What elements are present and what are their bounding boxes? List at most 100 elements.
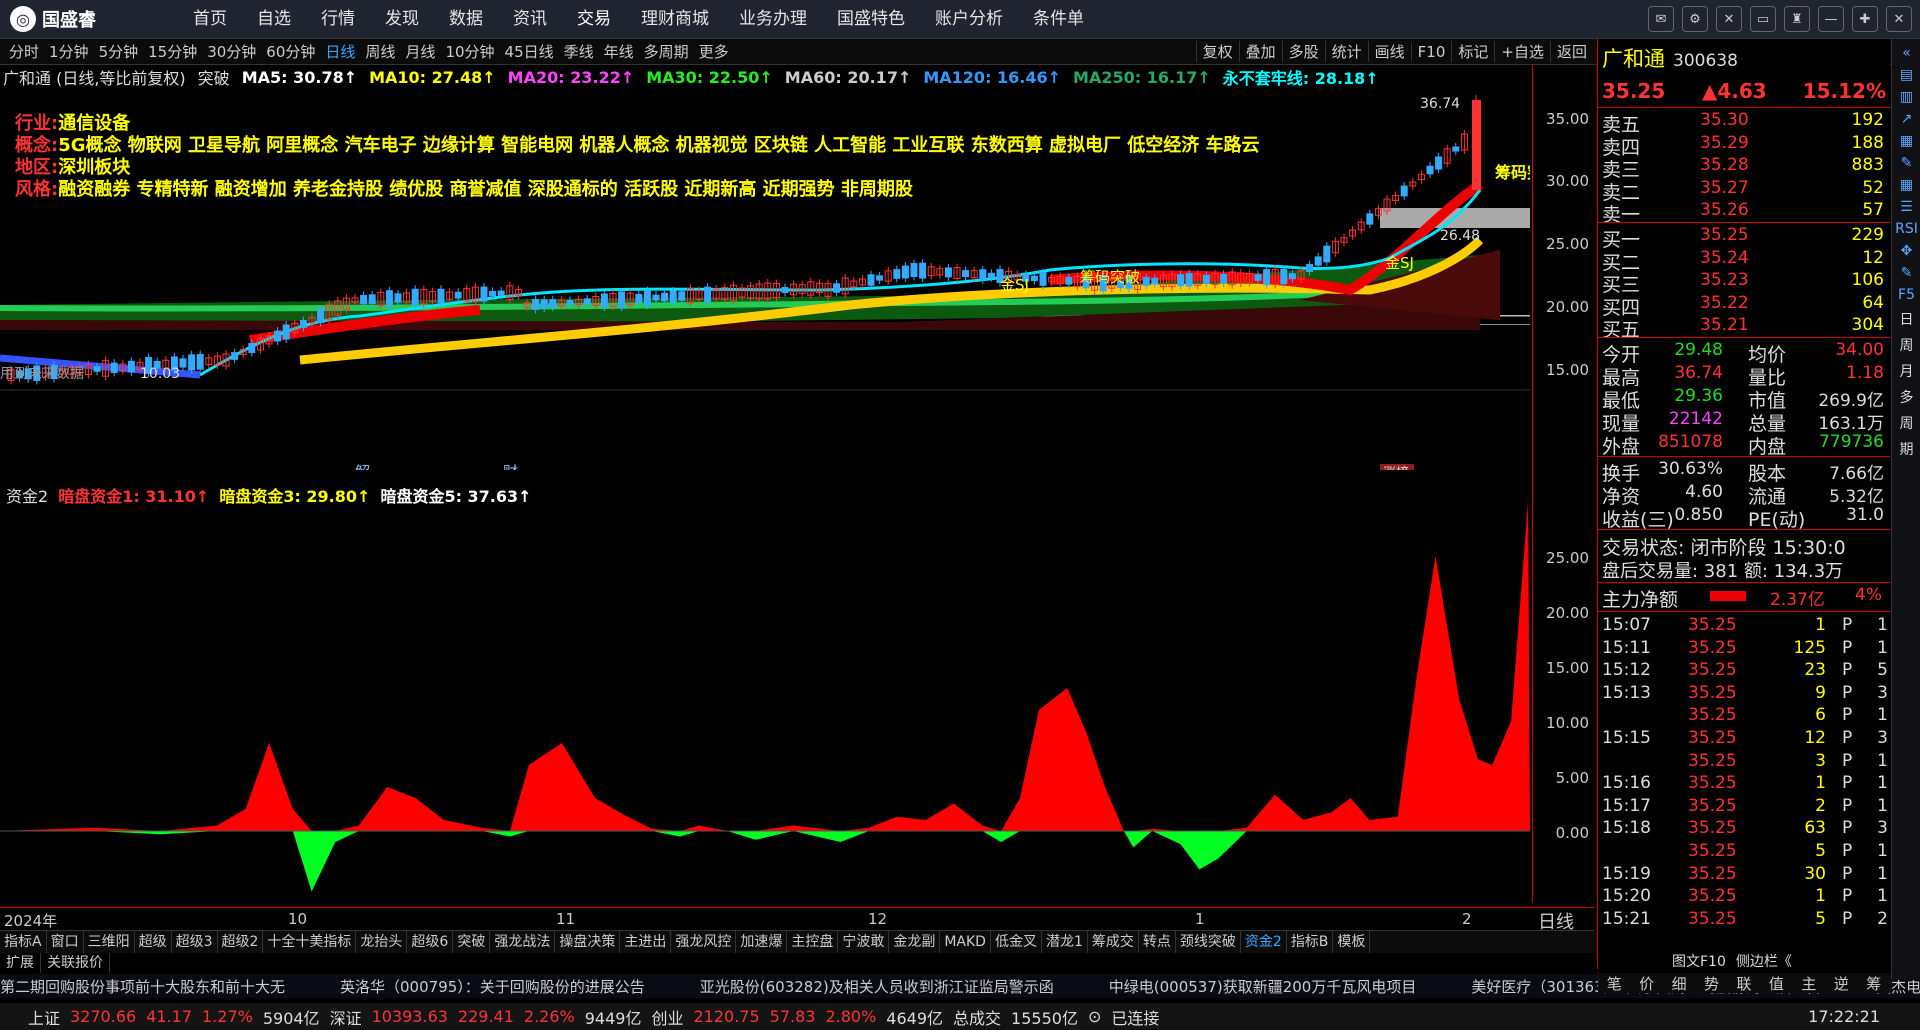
side-link[interactable]: 侧边栏《 — [1736, 954, 1792, 970]
nav-item-2[interactable]: 行情 — [306, 0, 370, 38]
quote-tab-0[interactable]: 笔 — [1607, 973, 1622, 993]
indicator-tab-25[interactable]: 指标B — [1287, 931, 1334, 953]
indicator-tab-22[interactable]: 转点 — [1139, 931, 1176, 953]
quote-tab-5[interactable]: 值 — [1769, 973, 1784, 993]
indicator-tab-3[interactable]: 超级 — [135, 931, 172, 953]
f10-link[interactable]: 图文F10 — [1672, 954, 1726, 970]
nav-item-3[interactable]: 发现 — [370, 0, 434, 38]
indicator-tab-6[interactable]: 十全十美指标 — [263, 931, 357, 953]
minimize-icon[interactable]: — — [1818, 6, 1844, 32]
screen-icon[interactable]: ▭ — [1750, 6, 1776, 32]
indicator-tab-23[interactable]: 颈线突破 — [1176, 931, 1241, 953]
period-label-side[interactable]: 期 — [1900, 439, 1914, 459]
collapse-icon[interactable]: « — [1902, 45, 1911, 61]
kline-icon[interactable]: ▦ — [1900, 133, 1913, 149]
list-icon[interactable]: ☰ — [1900, 199, 1913, 215]
pen-icon[interactable]: ✎ — [1901, 155, 1913, 171]
indicator-tab-4[interactable]: 超级3 — [172, 931, 218, 953]
news-item-1[interactable]: 英洛华（000795）：关于回购股份的进展公告 — [340, 976, 645, 997]
indicator-tab-21[interactable]: 筹成交 — [1088, 931, 1139, 953]
indicator-tab-24[interactable]: 资金2 — [1241, 931, 1287, 953]
tool-0[interactable]: 复权 — [1195, 41, 1239, 62]
nav-item-10[interactable]: 账户分析 — [920, 0, 1018, 38]
news-item-2[interactable]: 亚光股份(603282)及相关人员收到浙江证监局警示函 — [700, 976, 1054, 997]
indicator-tab-1[interactable]: 窗口 — [47, 931, 84, 953]
tool-2[interactable]: 多股 — [1281, 41, 1325, 62]
tool-8[interactable]: 返回 — [1549, 41, 1593, 62]
capital-flow-chart[interactable] — [0, 480, 1530, 900]
nav-item-9[interactable]: 国盛特色 — [822, 0, 920, 38]
period-13[interactable]: 多周期 — [639, 41, 694, 62]
indicator-tab-12[interactable]: 主进出 — [620, 931, 672, 953]
period-8[interactable]: 月线 — [400, 41, 440, 62]
month-label[interactable]: 月 — [1900, 361, 1914, 381]
sub-tab-0[interactable]: 扩展 — [0, 953, 41, 973]
multi-label[interactable]: 多 — [1900, 387, 1914, 407]
nav-item-4[interactable]: 数据 — [434, 0, 498, 38]
indicator-tab-5[interactable]: 超级2 — [218, 931, 264, 953]
indicator-tab-18[interactable]: MAKD — [940, 931, 991, 953]
week-label[interactable]: 周 — [1900, 335, 1914, 355]
close-icon[interactable]: ✕ — [1886, 6, 1912, 32]
tools-icon[interactable]: ✕ — [1716, 6, 1742, 32]
quote-tab-2[interactable]: 细 — [1672, 973, 1687, 993]
indicator-tab-0[interactable]: 指标A — [0, 931, 47, 953]
period-5[interactable]: 60分钟 — [261, 41, 320, 62]
quote-tab-7[interactable]: 逆 — [1834, 973, 1849, 993]
indicator-tab-10[interactable]: 强龙战法 — [490, 931, 556, 953]
indicator-tab-11[interactable]: 操盘决策 — [555, 931, 621, 953]
quote-tab-6[interactable]: 主 — [1801, 973, 1816, 993]
skin-icon[interactable]: ♜ — [1784, 6, 1810, 32]
maximize-icon[interactable]: ✚ — [1852, 6, 1878, 32]
bar-icon[interactable]: ▥ — [1900, 89, 1913, 105]
quote-tab-4[interactable]: 联 — [1736, 973, 1751, 993]
line-icon[interactable]: ↗ — [1901, 111, 1913, 127]
quote-tab-1[interactable]: 价 — [1639, 973, 1654, 993]
indicator-tab-20[interactable]: 潜龙1 — [1042, 931, 1088, 953]
tool-1[interactable]: 叠加 — [1238, 41, 1282, 62]
news-item-0[interactable]: 第二期回购股份事项前十大股东和前十大无 — [0, 976, 285, 997]
indicator-name[interactable]: 突破 — [198, 65, 230, 89]
quote-tab-8[interactable]: 筹 — [1866, 973, 1881, 993]
sub-tab-1[interactable]: 关联报价 — [41, 953, 110, 973]
nav-item-11[interactable]: 条件单 — [1018, 0, 1099, 38]
period-7[interactable]: 周线 — [360, 41, 400, 62]
message-icon[interactable]: ✉ — [1648, 6, 1674, 32]
indicator-tab-2[interactable]: 三维阳 — [84, 931, 135, 953]
tool-3[interactable]: 统计 — [1324, 41, 1368, 62]
nav-item-8[interactable]: 业务办理 — [724, 0, 822, 38]
quote-tab-3[interactable]: 势 — [1704, 973, 1719, 993]
period-10[interactable]: 45日线 — [500, 41, 559, 62]
indicator-tab-14[interactable]: 加速爆 — [736, 931, 788, 953]
indicator-tab-19[interactable]: 低金叉 — [991, 931, 1042, 953]
chart-icon[interactable]: ▤ — [1900, 67, 1913, 83]
period-9[interactable]: 10分钟 — [440, 41, 499, 62]
period-3[interactable]: 15分钟 — [143, 41, 202, 62]
nav-item-5[interactable]: 资讯 — [498, 0, 562, 38]
tool-7[interactable]: +自选 — [1494, 41, 1550, 62]
nav-item-7[interactable]: 理财商城 — [626, 0, 724, 38]
brush-icon[interactable]: ✎ — [1901, 265, 1913, 281]
period-1[interactable]: 1分钟 — [44, 41, 94, 62]
indicator-tab-26[interactable]: 模板 — [1333, 931, 1371, 953]
tool-4[interactable]: 画线 — [1367, 41, 1411, 62]
news-item-3[interactable]: 中绿电(000537)获取新疆200万千瓦风电项目 — [1109, 976, 1417, 997]
move-icon[interactable]: ✥ — [1901, 243, 1913, 259]
nav-item-0[interactable]: 首页 — [178, 0, 242, 38]
tool-6[interactable]: 标记 — [1451, 41, 1494, 62]
week-label-2[interactable]: 周 — [1900, 413, 1914, 433]
indicator-tab-17[interactable]: 金龙副 — [889, 931, 941, 953]
period-6[interactable]: 日线 — [320, 41, 360, 62]
nav-item-1[interactable]: 自选 — [242, 0, 306, 38]
period-2[interactable]: 5分钟 — [94, 41, 144, 62]
period-0[interactable]: 分时 — [4, 41, 44, 62]
indicator-tab-13[interactable]: 强龙风控 — [671, 931, 737, 953]
indicator-tab-16[interactable]: 宁波敢 — [838, 931, 890, 953]
period-12[interactable]: 年线 — [599, 41, 639, 62]
period-4[interactable]: 30分钟 — [202, 41, 261, 62]
settings-icon[interactable]: ⚙ — [1682, 6, 1708, 32]
period-14[interactable]: 更多 — [694, 41, 734, 62]
grid-icon[interactable]: ▦ — [1900, 177, 1913, 193]
indicator-tab-8[interactable]: 超级6 — [407, 931, 454, 953]
nav-item-6[interactable]: 交易 — [562, 0, 626, 38]
